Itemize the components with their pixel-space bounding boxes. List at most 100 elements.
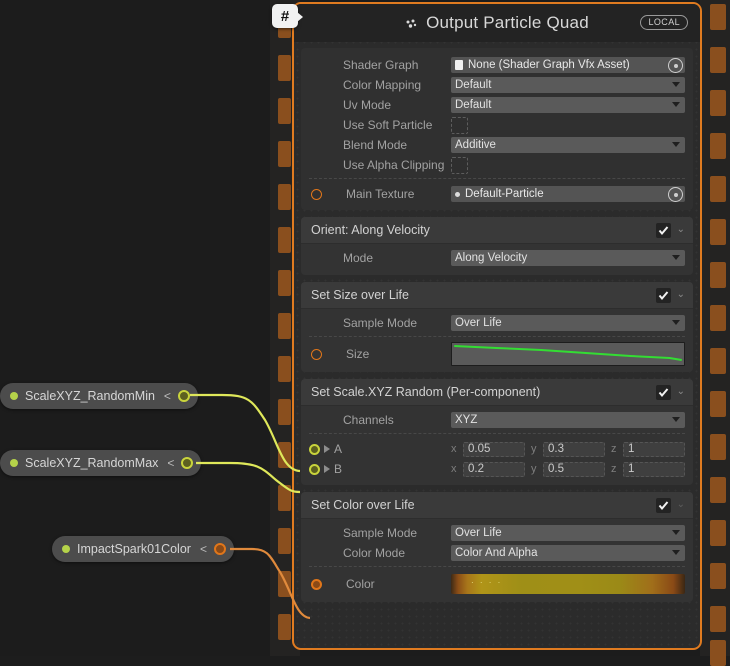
a-z-input[interactable]: 1 [623,441,685,457]
document-icon [455,60,463,70]
collapse-caret-icon[interactable]: < [164,389,171,403]
parameter-node-scalexyz-randommax[interactable]: ScaleXYZ_RandomMax < [0,450,202,476]
color-gradient-field[interactable]: · · · · [451,574,685,594]
color-sample-mode-dropdown[interactable]: Over Life [451,525,685,541]
use-soft-particle-checkbox[interactable] [451,116,468,134]
block-enable-checkbox[interactable] [655,287,671,303]
label-size: Size [346,347,370,361]
chevron-down-icon[interactable]: ⌄ [677,500,685,510]
row-color-mode[interactable]: Color Mode Color And Alpha [301,544,693,562]
block-header-orient[interactable]: Orient: Along Velocity ⌄ [301,217,693,244]
row-shader-graph[interactable]: Shader Graph None (Shader Graph Vfx Asse… [301,56,693,74]
gradient-key-marks: · · · · [471,578,503,587]
block-header-size[interactable]: Set Size over Life ⌄ [301,282,693,309]
a-x-field-group: x 0.05 [451,441,525,457]
row-use-alpha-clipping[interactable]: Use Alpha Clipping [301,156,693,174]
context-properties-block: Shader Graph None (Shader Graph Vfx Asse… [301,48,693,210]
node-header[interactable]: Output Particle Quad LOCAL [294,4,700,42]
row-color-gradient[interactable]: Color · · · · [301,572,693,596]
row-uv-mode[interactable]: Uv Mode Default [301,96,693,114]
main-texture-input-port[interactable] [311,188,322,200]
parameter-name-impactspark01color: ImpactSpark01Color [77,542,191,556]
axis-label-y: y [531,443,537,455]
parameter-name-scalexyz-randommax: ScaleXYZ_RandomMax [25,456,159,470]
a-y-field-group: y 0.3 [531,441,605,457]
block-set-scale-xyz-random: Set Scale.XYZ Random (Per-component) ⌄ C… [301,379,693,485]
parameter-node-impactspark01color[interactable]: ImpactSpark01Color < [52,536,234,562]
label-main-texture-group: Main Texture [301,187,451,201]
parameter-output-port[interactable] [213,543,226,555]
color-input-port[interactable] [311,578,322,590]
block-header-scale[interactable]: Set Scale.XYZ Random (Per-component) ⌄ [301,379,693,406]
channels-dropdown[interactable]: XYZ [451,412,685,428]
block-set-color-over-life: Set Color over Life ⌄ Sample Mode Over L… [301,492,693,602]
collapse-caret-icon[interactable]: < [167,456,174,470]
row-vector-b[interactable]: B x 0.2 y 0.5 z 1 [301,459,693,479]
main-texture-object-field[interactable]: Default-Particle [451,186,685,202]
b-y-input[interactable]: 0.5 [543,461,605,477]
blend-mode-value: Additive [455,139,496,151]
block-enable-checkbox[interactable] [655,384,671,400]
output-particle-quad-node[interactable]: Output Particle Quad LOCAL Shader Graph … [292,2,702,650]
a-y-input[interactable]: 0.3 [543,441,605,457]
label-use-soft-particle: Use Soft Particle [343,118,433,132]
size-curve-field[interactable] [451,342,685,366]
channels-value: XYZ [455,414,478,426]
row-size-curve[interactable]: Size [301,342,693,366]
row-use-soft-particle[interactable]: Use Soft Particle [301,116,693,134]
chevron-down-icon[interactable]: ⌄ [677,290,685,300]
expand-triangle-icon[interactable] [324,465,330,473]
block-enable-checkbox[interactable] [655,222,671,238]
block-enable-checkbox[interactable] [655,497,671,513]
row-orient-mode[interactable]: Mode Along Velocity [301,249,693,267]
b-y-field-group: y 0.5 [531,461,605,477]
use-alpha-clipping-checkbox[interactable] [451,156,468,174]
row-color-mapping[interactable]: Color Mapping Default [301,76,693,94]
axis-label-x: x [451,463,457,475]
b-z-input[interactable]: 1 [623,461,685,477]
parameter-dot-icon [10,459,18,467]
graph-canvas[interactable]: Output Particle Quad LOCAL Shader Graph … [0,0,730,666]
orient-mode-dropdown[interactable]: Along Velocity [451,250,685,266]
block-set-size-over-life: Set Size over Life ⌄ Sample Mode Over Li… [301,282,693,372]
object-picker-icon[interactable] [668,187,683,202]
color-mode-dropdown[interactable]: Color And Alpha [451,545,685,561]
chevron-down-icon[interactable]: ⌄ [677,225,685,235]
b-input-port[interactable] [309,463,320,475]
row-color-sample-mode[interactable]: Sample Mode Over Life [301,524,693,542]
parameter-output-port[interactable] [177,390,190,402]
collapse-caret-icon[interactable]: < [200,542,207,556]
expand-triangle-icon[interactable] [324,445,330,453]
a-x-input[interactable]: 0.05 [463,441,525,457]
axis-label-z: z [611,443,617,455]
parameter-output-port[interactable] [181,457,194,469]
row-size-sample-mode[interactable]: Sample Mode Over Life [301,314,693,332]
axis-label-x: x [451,443,457,455]
block-header-color[interactable]: Set Color over Life ⌄ [301,492,693,519]
parameter-node-scalexyz-randommin[interactable]: ScaleXYZ_RandomMin < [0,383,198,409]
parameter-dot-icon [10,392,18,400]
axis-label-y: y [531,463,537,475]
row-main-texture[interactable]: Main Texture Default-Particle [301,184,693,204]
row-blend-mode[interactable]: Blend Mode Additive [301,136,693,154]
label-color: Color [346,577,375,591]
shader-graph-object-field[interactable]: None (Shader Graph Vfx Asset) [451,57,685,73]
a-input-port[interactable] [309,443,320,455]
row-vector-a[interactable]: A x 0.05 y 0.3 z 1 [301,439,693,459]
label-a-group: A [301,442,451,456]
size-input-port[interactable] [311,348,322,360]
label-color-group: Color [301,577,451,591]
context-filmstrip-right [700,0,730,666]
object-picker-icon[interactable] [668,58,683,73]
size-sample-mode-dropdown[interactable]: Over Life [451,315,685,331]
blend-mode-dropdown[interactable]: Additive [451,137,685,153]
color-mapping-dropdown[interactable]: Default [451,77,685,93]
divider [309,433,685,435]
b-x-input[interactable]: 0.2 [463,461,525,477]
uv-mode-dropdown[interactable]: Default [451,97,685,113]
chevron-down-icon[interactable]: ⌄ [677,387,685,397]
system-index-badge[interactable]: # [272,4,303,28]
row-channels[interactable]: Channels XYZ [301,411,693,429]
label-color-mode: Color Mode [343,546,406,560]
local-space-badge[interactable]: LOCAL [640,15,688,30]
